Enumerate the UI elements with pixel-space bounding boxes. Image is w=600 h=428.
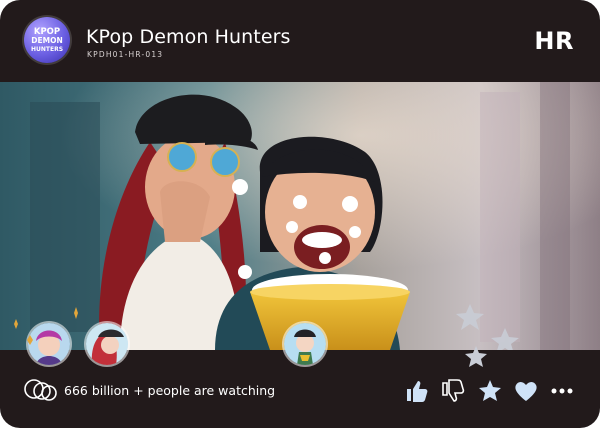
logo-text-line-3: HUNTERS bbox=[31, 46, 63, 53]
heart-icon[interactable] bbox=[513, 378, 539, 404]
thumbs-up-icon[interactable] bbox=[404, 378, 430, 404]
popcorn-bowl bbox=[250, 274, 410, 350]
more-icon[interactable] bbox=[549, 378, 575, 404]
viewers-icon bbox=[24, 379, 57, 401]
card-code: KPDH01-HR-013 bbox=[87, 50, 164, 59]
kpop-demon-hunters-logo: KPOP DEMON HUNTERS bbox=[24, 17, 70, 63]
gold-sparkle-decoration bbox=[74, 307, 78, 319]
card-header: KPOP DEMON HUNTERS KPop Demon Hunters KP… bbox=[0, 0, 600, 82]
gold-sparkle-decoration bbox=[14, 319, 33, 345]
star-icon[interactable] bbox=[477, 378, 503, 404]
viewers-count-text: 666 billion + people are watching bbox=[64, 383, 276, 398]
thumbs-down-icon[interactable] bbox=[440, 378, 466, 404]
logo-mark: KPOP DEMON HUNTERS bbox=[31, 27, 63, 53]
photo-card: KPOP DEMON HUNTERS KPop Demon Hunters KP… bbox=[0, 0, 600, 428]
logo-text-line-2: DEMON bbox=[31, 36, 62, 45]
rarity-badge: HR bbox=[534, 27, 574, 55]
card-title: KPop Demon Hunters bbox=[86, 26, 291, 48]
